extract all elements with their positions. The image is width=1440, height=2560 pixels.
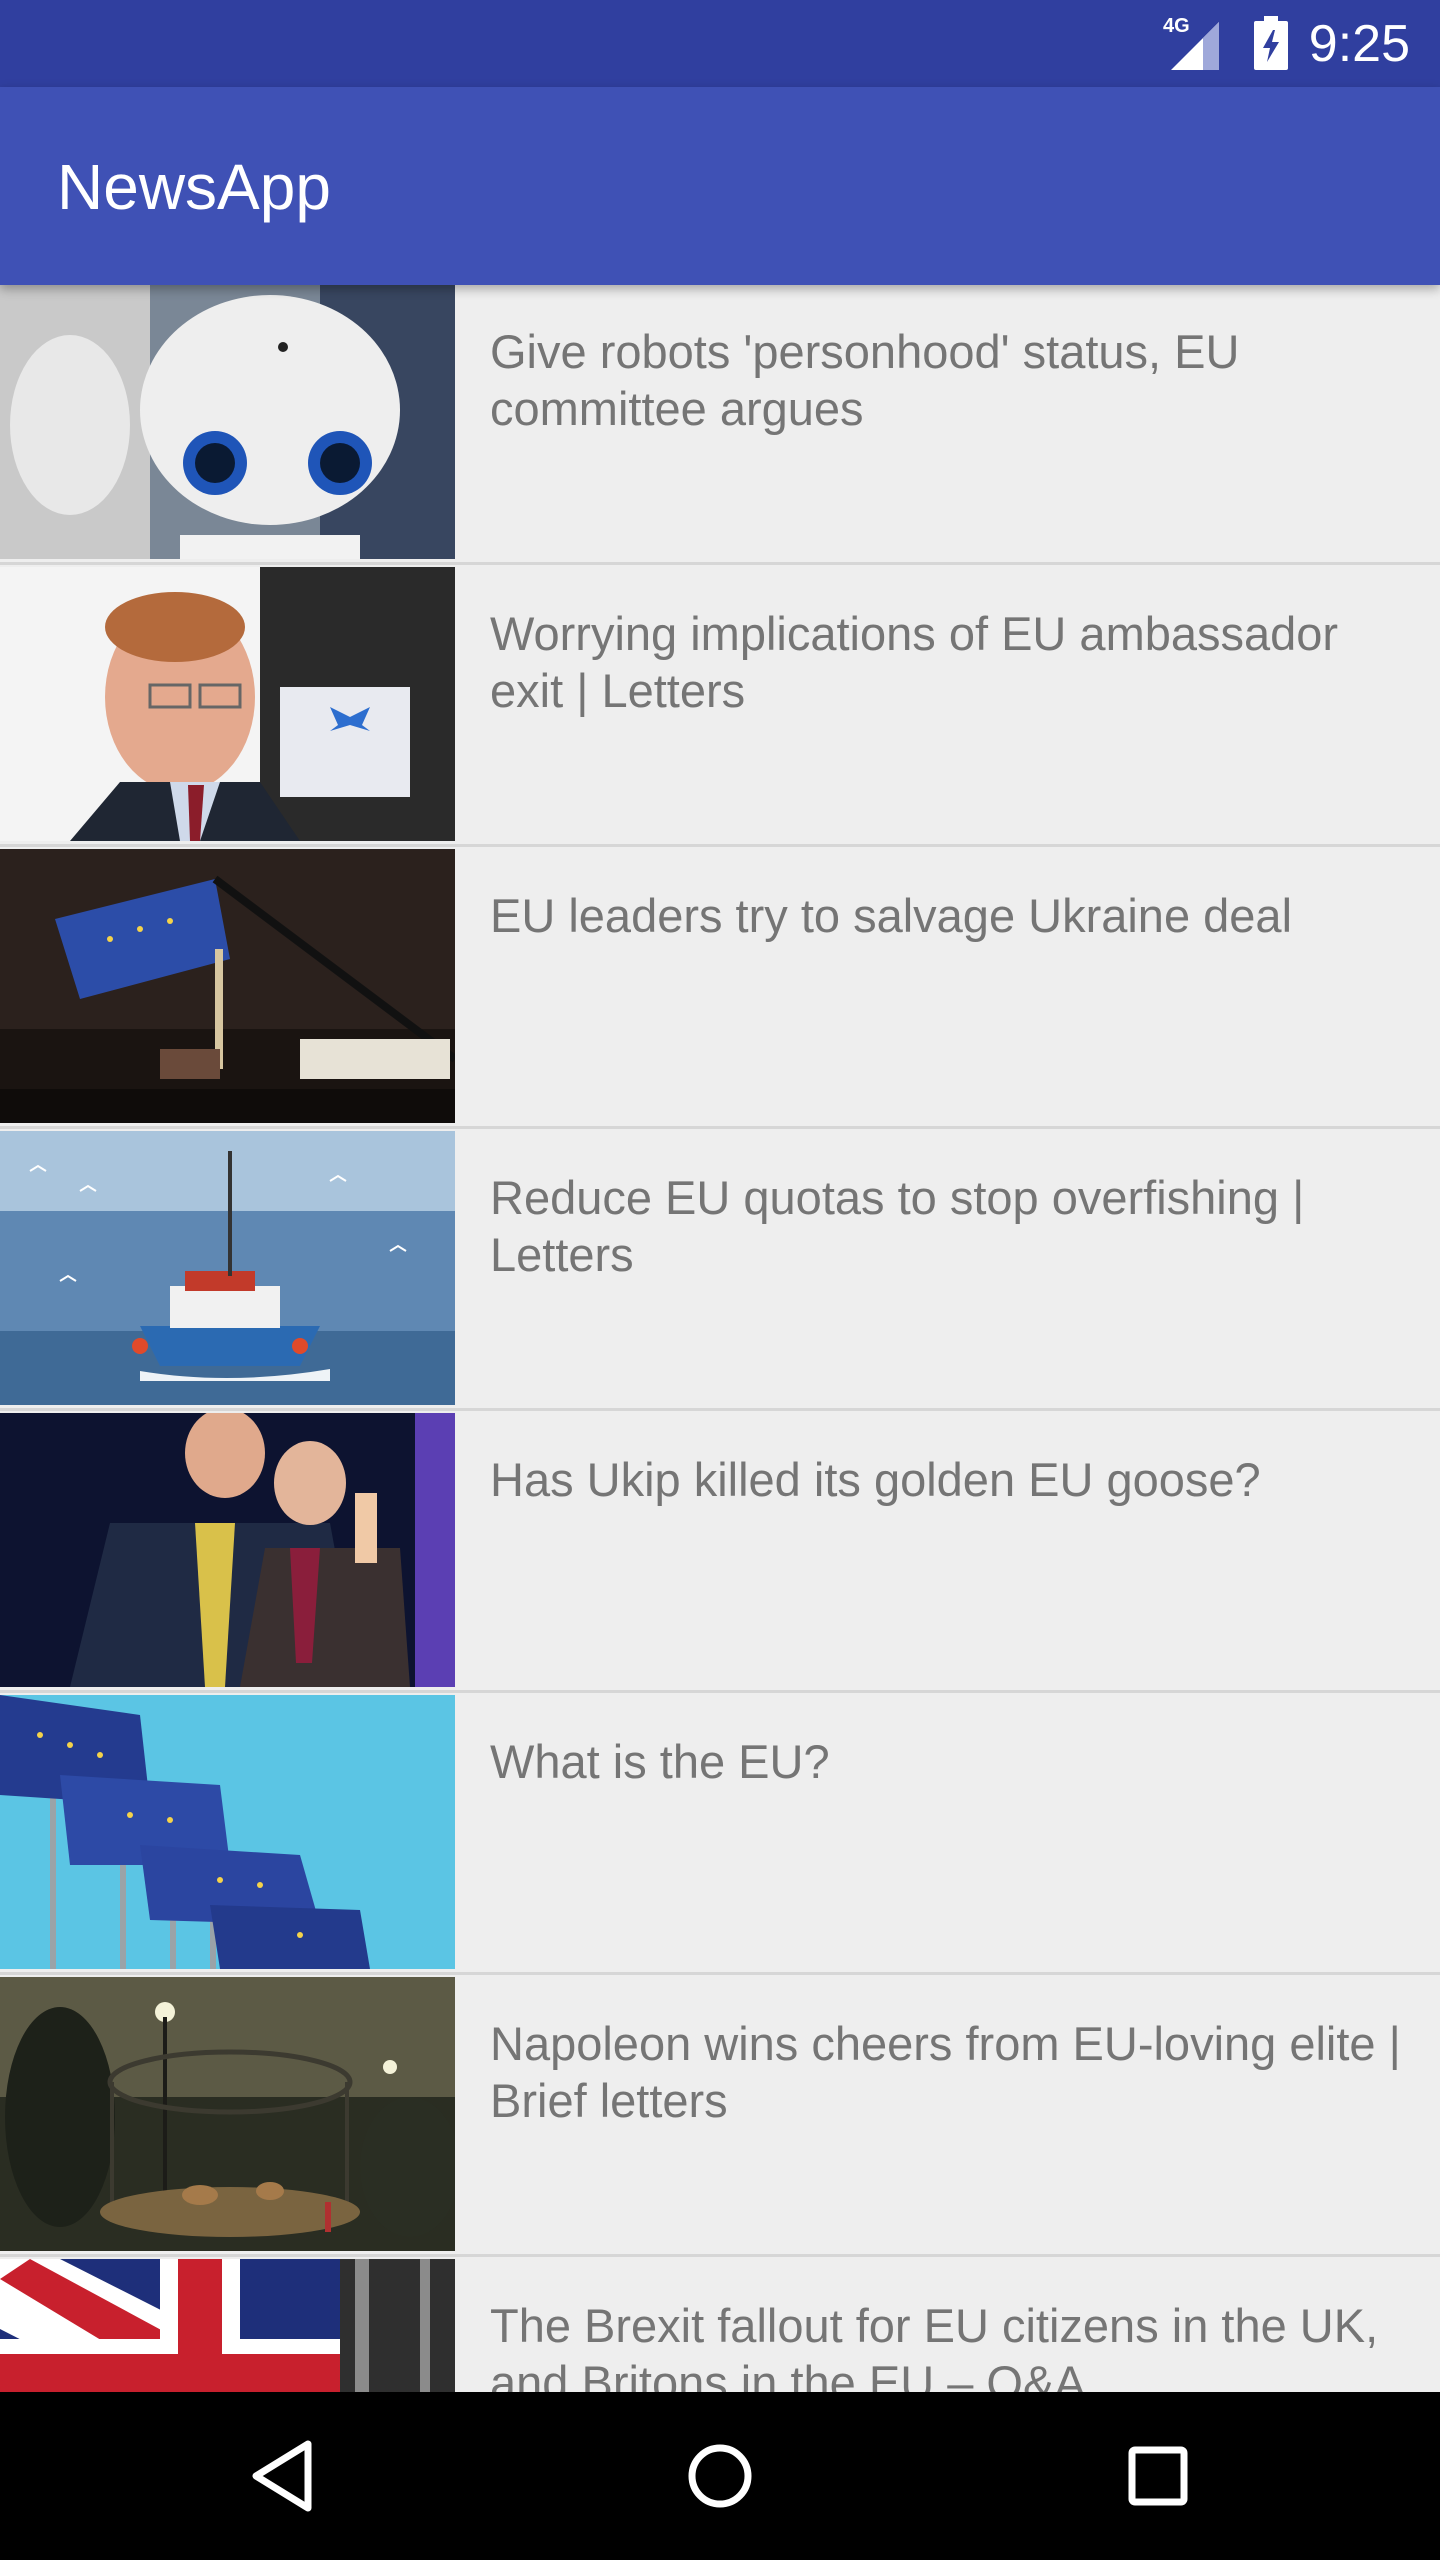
article-row[interactable]: What is the EU?	[0, 1695, 1440, 1975]
status-time: 9:25	[1308, 15, 1410, 73]
article-headline: Worrying implications of EU ambassador e…	[490, 607, 1339, 717]
article-headline: What is the EU?	[490, 1735, 830, 1788]
article-list[interactable]: Give robots 'personhood' status, EU comm…	[0, 285, 1440, 2392]
article-row[interactable]: Give robots 'personhood' status, EU comm…	[0, 285, 1440, 565]
robot-thumbnail	[0, 285, 455, 559]
article-headline: EU leaders try to salvage Ukraine deal	[490, 889, 1293, 942]
navigation-bar	[0, 2392, 1440, 2560]
app-bar: NewsApp	[0, 87, 1440, 285]
article-row[interactable]: Worrying implications of EU ambassador e…	[0, 567, 1440, 847]
article-row[interactable]: Has Ukip killed its golden EU goose?	[0, 1413, 1440, 1693]
article-headline: Give robots 'personhood' status, EU comm…	[490, 325, 1240, 435]
app-title: NewsApp	[57, 151, 331, 223]
recents-icon[interactable]	[1108, 2426, 1208, 2526]
network-type-label: 4G	[1163, 15, 1190, 37]
battery-charging-icon	[1254, 16, 1288, 70]
article-headline: Napoleon wins cheers from EU-loving elit…	[490, 2017, 1401, 2127]
article-row[interactable]: Reduce EU quotas to stop overfishing | L…	[0, 1131, 1440, 1411]
signal-icon: 4G	[1163, 14, 1229, 72]
eu-flags-thumbnail	[0, 1695, 455, 1969]
article-row[interactable]: EU leaders try to salvage Ukraine deal	[0, 849, 1440, 1129]
union-jack-thumbnail	[0, 2259, 455, 2392]
article-headline: Has Ukip killed its golden EU goose?	[490, 1453, 1261, 1506]
article-row[interactable]: Napoleon wins cheers from EU-loving elit…	[0, 1977, 1440, 2257]
article-headline: Reduce EU quotas to stop overfishing | L…	[490, 1171, 1305, 1281]
politicians-thumbnail	[0, 1413, 455, 1687]
back-icon[interactable]	[232, 2426, 332, 2526]
status-bar: 4G 9:25	[0, 0, 1440, 87]
article-headline: The Brexit fallout for EU citizens in th…	[490, 2299, 1379, 2392]
home-icon[interactable]	[670, 2426, 770, 2526]
fishing-boat-thumbnail	[0, 1131, 455, 1405]
eu-flag-night-thumbnail	[0, 849, 455, 1123]
article-row[interactable]: The Brexit fallout for EU citizens in th…	[0, 2259, 1440, 2392]
park-night-thumbnail	[0, 1977, 455, 2251]
ambassador-thumbnail	[0, 567, 455, 841]
